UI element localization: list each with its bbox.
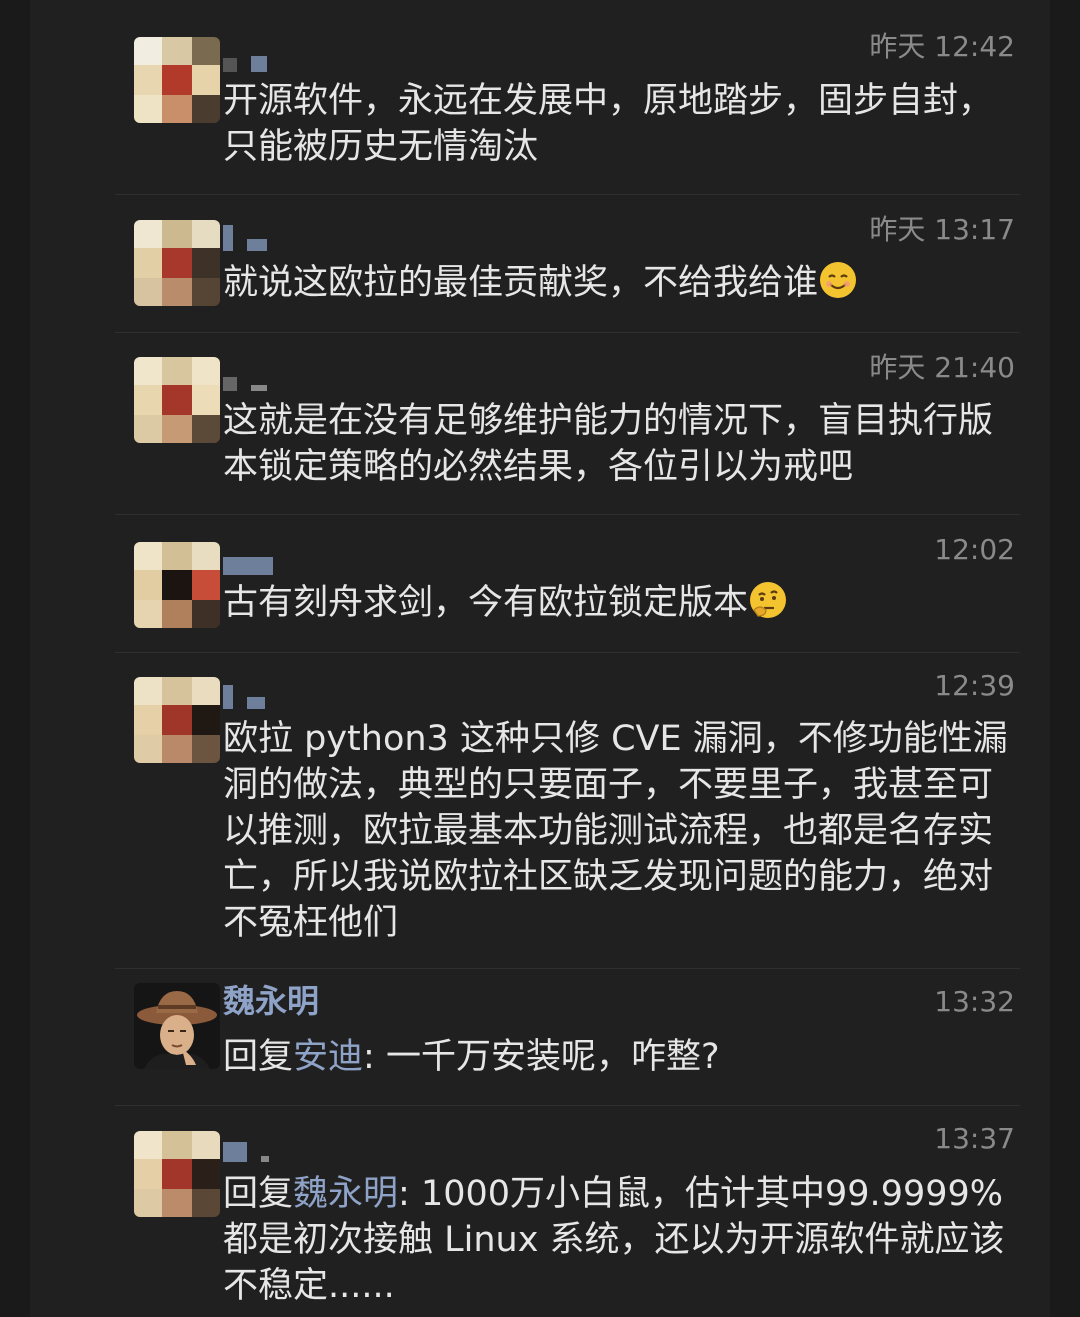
cowboy-hat-avatar[interactable] xyxy=(134,983,220,1069)
comment-text: 开源软件，永远在发展中，原地踏步，固步自封，只能被历史无情淘汰 xyxy=(223,81,994,167)
username-blurred[interactable] xyxy=(223,1128,269,1162)
reply-mention[interactable]: 安迪 xyxy=(293,1037,363,1077)
comment-item: 12:39 欧拉 python3 这种只修 CVE 漏洞，不修功能性漏洞的做法，… xyxy=(30,653,1050,968)
comment-item: 13:37 回复魏永明: 1000万小白鼠，估计其中99.9999%都是初次接触… xyxy=(30,1106,1050,1317)
comment-item: 魏永明 13:32 回复安迪: 一千万安装呢，咋整? xyxy=(30,969,1050,1106)
timestamp: 昨天 12:42 xyxy=(869,30,1015,63)
timestamp: 昨天 13:17 xyxy=(869,213,1015,246)
username-blurred[interactable] xyxy=(223,357,267,391)
avatar[interactable] xyxy=(134,220,220,306)
timestamp: 13:32 xyxy=(934,985,1015,1018)
username[interactable]: 魏永明 xyxy=(223,984,319,1018)
reply-prefix: 回复 xyxy=(223,1037,294,1077)
avatar[interactable] xyxy=(134,542,220,628)
comment-text-body: 古有刻舟求剑，今有欧拉锁定版本 xyxy=(223,583,749,623)
reply-colon: : xyxy=(363,1037,375,1077)
comment-text: 欧拉 python3 这种只修 CVE 漏洞，不修功能性漏洞的做法，典型的只要面… xyxy=(223,719,1008,943)
avatar[interactable] xyxy=(134,37,220,123)
smiling-face-emoji xyxy=(820,262,857,298)
reply-prefix: 回复 xyxy=(223,1174,294,1214)
timestamp: 13:37 xyxy=(934,1122,1015,1155)
avatar[interactable] xyxy=(134,677,220,763)
timestamp: 12:39 xyxy=(934,669,1015,702)
avatar[interactable] xyxy=(134,1131,220,1217)
comment-item: 12:02 古有刻舟求剑，今有欧拉锁定版本 xyxy=(30,515,1050,652)
comment-item: 昨天 12:42 开源软件，永远在发展中，原地踏步，固步自封，只能被历史无情淘汰 xyxy=(30,0,1050,190)
comment-item: 昨天 21:40 这就是在没有足够维护能力的情况下，盲目执行版本锁定策略的必然结… xyxy=(30,333,1050,513)
comment-text-body: 就说这欧拉的最佳贡献奖，不给我给谁 xyxy=(223,263,819,303)
reply-mention[interactable]: 魏永明 xyxy=(293,1174,398,1214)
comment-text: 回复安迪: 一千万安装呢，咋整? xyxy=(223,1034,1023,1080)
thinking-face-emoji xyxy=(750,582,787,618)
comment-text: 就说这欧拉的最佳贡献奖，不给我给谁 xyxy=(223,260,1023,306)
reply-colon: : xyxy=(398,1174,421,1214)
username-blurred[interactable] xyxy=(223,675,265,709)
timestamp: 12:02 xyxy=(934,533,1015,566)
comment-text: 这就是在没有足够维护能力的情况下，盲目执行版本锁定策略的必然结果，各位引以为戒吧 xyxy=(223,401,994,487)
avatar[interactable] xyxy=(134,357,220,443)
comment-item: 昨天 13:17 就说这欧拉的最佳贡献奖，不给我给谁 xyxy=(30,195,1050,332)
timestamp: 昨天 21:40 xyxy=(869,351,1015,384)
comment-text: 古有刻舟求剑，今有欧拉锁定版本 xyxy=(223,580,1023,626)
comment-panel: 昨天 12:42 开源软件，永远在发展中，原地踏步，固步自封，只能被历史无情淘汰… xyxy=(30,0,1050,1317)
username-blurred[interactable] xyxy=(223,541,273,575)
username-blurred[interactable] xyxy=(223,38,267,72)
comment-text-body: 一千万安装呢，咋整? xyxy=(374,1037,720,1077)
username-blurred[interactable] xyxy=(223,217,267,251)
comment-text: 回复魏永明: 1000万小白鼠，估计其中99.9999%都是初次接触 Linux… xyxy=(223,1171,1023,1309)
